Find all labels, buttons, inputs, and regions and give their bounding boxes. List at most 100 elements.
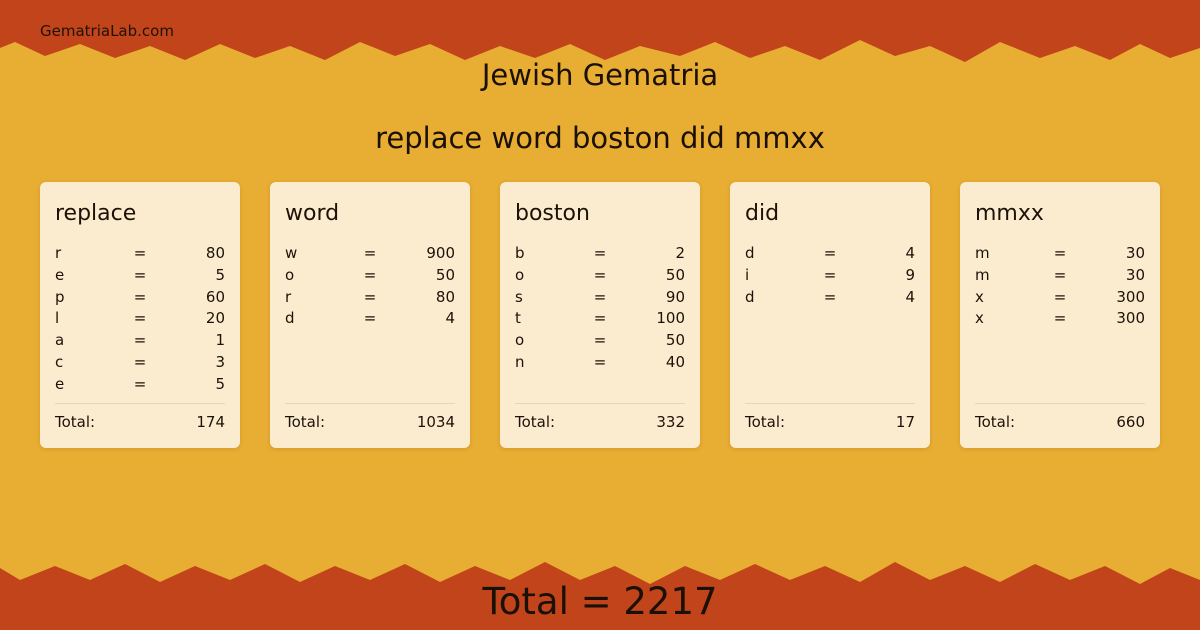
word-total-value: 1034 (416, 413, 455, 431)
letter-value: 4 (905, 244, 915, 262)
letter: r (55, 244, 62, 262)
letter-row: n = 40 (515, 353, 685, 375)
letter-value: 30 (1125, 244, 1145, 262)
letter-row: o = 50 (285, 266, 455, 288)
equals-sign: = (363, 244, 377, 262)
letter-value: 80 (435, 287, 455, 306)
letter-row: m = 30 (975, 244, 1145, 266)
letter-list: w = 900 o = 50 r = 80 d = 4 (285, 244, 455, 331)
letter-value: 300 (1116, 309, 1145, 328)
letter-row: o = 50 (515, 331, 685, 353)
equals-sign: = (823, 265, 837, 284)
letter-value: 300 (1116, 287, 1145, 306)
letter: d (745, 287, 755, 306)
letter: i (745, 265, 750, 284)
letter: x (975, 287, 984, 306)
equals-sign: = (593, 265, 607, 284)
divider (515, 403, 685, 404)
letter-value: 90 (665, 287, 685, 306)
word-card-word: word w = 900 o = 50 r = 80 d = 4 Total: 1034 (270, 182, 470, 448)
letter-value: 2 (675, 244, 685, 262)
total-label: Total: (55, 413, 96, 431)
letter-value: 50 (665, 265, 685, 284)
word-card-replace: replace r = 80 e = 5 p = 60 l = 20 a = 1 c = 3 e = 5 Total: 174 (40, 182, 240, 448)
letter-row: w = 900 (285, 244, 455, 266)
letter-value: 1 (215, 331, 225, 350)
letter-row: d = 4 (745, 244, 915, 266)
letter: e (55, 265, 65, 284)
letter-value: 4 (905, 287, 915, 306)
letter: p (55, 287, 65, 306)
letter-value: 900 (426, 244, 455, 262)
equals-sign: = (593, 309, 607, 328)
letter-row: e = 5 (55, 375, 225, 397)
equals-sign: = (363, 309, 377, 328)
letter-value: 40 (665, 352, 685, 371)
divider (745, 403, 915, 404)
card-word-title: replace (55, 201, 137, 226)
word-card-mmxx: mmxx m = 30 m = 30 x = 300 x = 300 Total: 660 (960, 182, 1160, 448)
divider (975, 403, 1145, 404)
letter-row: a = 1 (55, 331, 225, 353)
letter-value: 100 (656, 309, 685, 328)
word-total-value: 17 (895, 413, 915, 431)
letter-row: r = 80 (55, 244, 225, 266)
letter: c (55, 352, 64, 371)
letter: r (285, 287, 292, 306)
equals-sign: = (593, 244, 607, 262)
letter-value: 5 (215, 374, 225, 393)
letter: d (285, 309, 295, 328)
equals-sign: = (133, 287, 147, 306)
letter-value: 20 (205, 309, 225, 328)
letter-value: 5 (215, 265, 225, 284)
letter-list: d = 4 i = 9 d = 4 (745, 244, 915, 309)
letter-value: 60 (205, 287, 225, 306)
total-label: Total: (745, 413, 786, 431)
letter-row: p = 60 (55, 288, 225, 310)
letter-value: 50 (665, 331, 685, 350)
letter-row: e = 5 (55, 266, 225, 288)
letter-row: r = 80 (285, 288, 455, 310)
divider (285, 403, 455, 404)
grand-total: Total = 2217 (482, 580, 718, 623)
word-total-value: 660 (1116, 413, 1145, 431)
letter: x (975, 309, 984, 328)
equals-sign: = (1053, 309, 1067, 328)
letter: w (285, 244, 298, 262)
equals-sign: = (133, 374, 147, 393)
equals-sign: = (1053, 287, 1067, 306)
card-word-title: word (285, 201, 340, 226)
equals-sign: = (133, 265, 147, 284)
letter: o (515, 331, 525, 350)
letter-value: 3 (215, 352, 225, 371)
word-total-value: 332 (656, 413, 685, 431)
card-word-title: boston (515, 201, 590, 226)
letter-row: c = 3 (55, 353, 225, 375)
letter: o (285, 265, 295, 284)
equals-sign: = (1053, 265, 1067, 284)
total-label: Total: (285, 413, 326, 431)
letter-row: l = 20 (55, 309, 225, 331)
letter-row: i = 9 (745, 266, 915, 288)
equals-sign: = (823, 287, 837, 306)
letter-row: s = 90 (515, 288, 685, 310)
equals-sign: = (133, 309, 147, 328)
card-word-title: mmxx (975, 201, 1044, 226)
letter: e (55, 374, 65, 393)
letter-row: x = 300 (975, 288, 1145, 310)
input-phrase: replace word boston did mmxx (375, 121, 825, 155)
total-label: Total: (975, 413, 1016, 431)
letter-row: t = 100 (515, 309, 685, 331)
equals-sign: = (593, 287, 607, 306)
letter-value: 4 (445, 309, 455, 328)
total-label: Total: (515, 413, 556, 431)
letter-list: r = 80 e = 5 p = 60 l = 20 a = 1 c = 3 e = 5 (55, 244, 225, 397)
letter-row: m = 30 (975, 266, 1145, 288)
site-name[interactable]: GematriaLab.com (40, 22, 174, 40)
letter-value: 80 (205, 244, 225, 262)
letter: s (515, 287, 523, 306)
divider (55, 403, 225, 404)
letter: d (745, 244, 755, 262)
letter: t (515, 309, 521, 328)
equals-sign: = (823, 244, 837, 262)
